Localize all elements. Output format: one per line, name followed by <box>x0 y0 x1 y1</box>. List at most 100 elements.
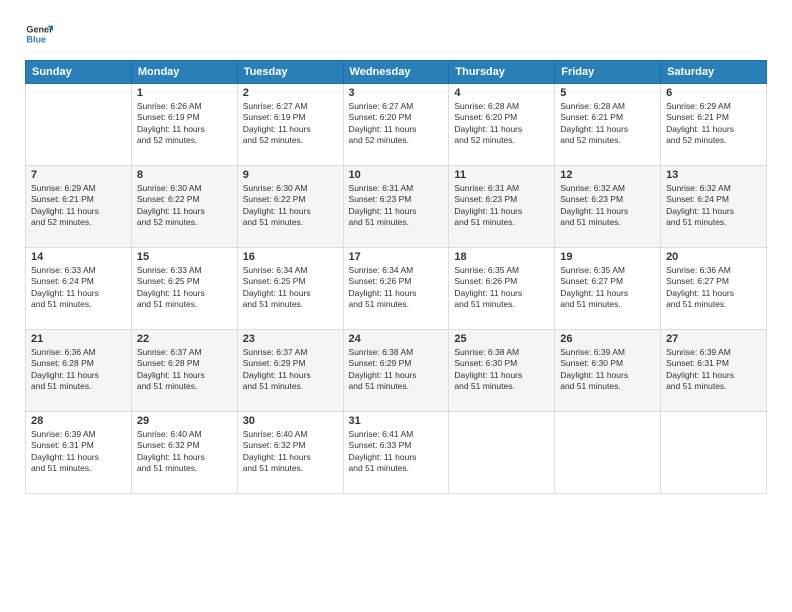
day-info: Sunrise: 6:35 AM Sunset: 6:26 PM Dayligh… <box>454 265 549 311</box>
day-info: Sunrise: 6:32 AM Sunset: 6:23 PM Dayligh… <box>560 183 655 229</box>
day-number: 26 <box>560 333 655 345</box>
calendar-cell: 4 Sunrise: 6:28 AM Sunset: 6:20 PM Daylig… <box>449 84 555 166</box>
calendar-cell: 19 Sunrise: 6:35 AM Sunset: 6:27 PM Dayli… <box>555 248 661 330</box>
calendar-cell <box>661 412 767 494</box>
day-info: Sunrise: 6:29 AM Sunset: 6:21 PM Dayligh… <box>666 101 761 147</box>
day-info: Sunrise: 6:33 AM Sunset: 6:24 PM Dayligh… <box>31 265 126 311</box>
calendar-cell: 3Sunrise: 6:27 AM Sunset: 6:20 PM Daylig… <box>343 84 449 166</box>
logo-icon: General Blue <box>25 20 53 48</box>
calendar-header-tuesday: Tuesday <box>237 61 343 84</box>
day-number: 25 <box>454 333 549 345</box>
day-number: 30 <box>243 415 338 427</box>
calendar-cell: 28 Sunrise: 6:39 AM Sunset: 6:31 PM Dayli… <box>26 412 132 494</box>
calendar-cell: 2Sunrise: 6:27 AM Sunset: 6:19 PM Daylig… <box>237 84 343 166</box>
calendar-cell: 15 Sunrise: 6:33 AM Sunset: 6:25 PM Dayli… <box>131 248 237 330</box>
calendar-header-monday: Monday <box>131 61 237 84</box>
day-info: Sunrise: 6:39 AM Sunset: 6:30 PM Dayligh… <box>560 347 655 393</box>
day-number: 17 <box>349 251 444 263</box>
day-number: 19 <box>560 251 655 263</box>
day-number: 22 <box>137 333 232 345</box>
calendar-cell: 27 Sunrise: 6:39 AM Sunset: 6:31 PM Dayli… <box>661 330 767 412</box>
day-info: Sunrise: 6:38 AM Sunset: 6:30 PM Dayligh… <box>454 347 549 393</box>
day-number: 20 <box>666 251 761 263</box>
day-number: 23 <box>243 333 338 345</box>
day-number: 24 <box>349 333 444 345</box>
calendar-cell: 13Sunrise: 6:32 AM Sunset: 6:24 PM Dayli… <box>661 166 767 248</box>
day-number: 18 <box>454 251 549 263</box>
calendar-cell: 8 Sunrise: 6:30 AM Sunset: 6:22 PM Daylig… <box>131 166 237 248</box>
logo: General Blue <box>25 20 57 48</box>
calendar-cell: 30 Sunrise: 6:40 AM Sunset: 6:32 PM Dayli… <box>237 412 343 494</box>
day-info: Sunrise: 6:34 AM Sunset: 6:26 PM Dayligh… <box>349 265 444 311</box>
calendar-header-thursday: Thursday <box>449 61 555 84</box>
calendar-week-4: 21Sunrise: 6:36 AM Sunset: 6:28 PM Dayli… <box>26 330 767 412</box>
day-info: Sunrise: 6:37 AM Sunset: 6:29 PM Dayligh… <box>243 347 338 393</box>
calendar-cell: 31 Sunrise: 6:41 AM Sunset: 6:33 PM Dayli… <box>343 412 449 494</box>
calendar-cell: 1Sunrise: 6:26 AM Sunset: 6:19 PM Daylig… <box>131 84 237 166</box>
calendar-cell: 26 Sunrise: 6:39 AM Sunset: 6:30 PM Dayli… <box>555 330 661 412</box>
day-number: 7 <box>31 169 126 181</box>
calendar-cell: 9Sunrise: 6:30 AM Sunset: 6:22 PM Daylig… <box>237 166 343 248</box>
calendar-cell: 20 Sunrise: 6:36 AM Sunset: 6:27 PM Dayli… <box>661 248 767 330</box>
calendar-cell <box>26 84 132 166</box>
day-number: 15 <box>137 251 232 263</box>
day-info: Sunrise: 6:31 AM Sunset: 6:23 PM Dayligh… <box>454 183 549 229</box>
day-number: 28 <box>31 415 126 427</box>
day-info: Sunrise: 6:35 AM Sunset: 6:27 PM Dayligh… <box>560 265 655 311</box>
calendar-cell: 14 Sunrise: 6:33 AM Sunset: 6:24 PM Dayli… <box>26 248 132 330</box>
calendar-cell: 16 Sunrise: 6:34 AM Sunset: 6:25 PM Dayli… <box>237 248 343 330</box>
calendar-cell: 6 Sunrise: 6:29 AM Sunset: 6:21 PM Daylig… <box>661 84 767 166</box>
day-info: Sunrise: 6:39 AM Sunset: 6:31 PM Dayligh… <box>31 429 126 475</box>
calendar-week-1: 1Sunrise: 6:26 AM Sunset: 6:19 PM Daylig… <box>26 84 767 166</box>
day-number: 1 <box>137 87 232 99</box>
calendar-header-friday: Friday <box>555 61 661 84</box>
calendar-cell: 10 Sunrise: 6:31 AM Sunset: 6:23 PM Dayli… <box>343 166 449 248</box>
calendar-cell: 24 Sunrise: 6:38 AM Sunset: 6:29 PM Dayli… <box>343 330 449 412</box>
calendar-week-2: 7 Sunrise: 6:29 AM Sunset: 6:21 PM Daylig… <box>26 166 767 248</box>
day-number: 31 <box>349 415 444 427</box>
day-info: Sunrise: 6:38 AM Sunset: 6:29 PM Dayligh… <box>349 347 444 393</box>
calendar-week-3: 14 Sunrise: 6:33 AM Sunset: 6:24 PM Dayli… <box>26 248 767 330</box>
day-info: Sunrise: 6:28 AM Sunset: 6:20 PM Dayligh… <box>454 101 549 147</box>
calendar-cell: 18 Sunrise: 6:35 AM Sunset: 6:26 PM Dayli… <box>449 248 555 330</box>
day-info: Sunrise: 6:29 AM Sunset: 6:21 PM Dayligh… <box>31 183 126 229</box>
calendar-cell <box>449 412 555 494</box>
calendar-cell: 21Sunrise: 6:36 AM Sunset: 6:28 PM Dayli… <box>26 330 132 412</box>
day-number: 8 <box>137 169 232 181</box>
day-info: Sunrise: 6:31 AM Sunset: 6:23 PM Dayligh… <box>349 183 444 229</box>
day-number: 11 <box>454 169 549 181</box>
day-number: 29 <box>137 415 232 427</box>
calendar-header-row: SundayMondayTuesdayWednesdayThursdayFrid… <box>26 61 767 84</box>
day-number: 16 <box>243 251 338 263</box>
calendar-cell: 22 Sunrise: 6:37 AM Sunset: 6:28 PM Dayli… <box>131 330 237 412</box>
day-number: 6 <box>666 87 761 99</box>
header: General Blue <box>25 20 767 48</box>
day-info: Sunrise: 6:33 AM Sunset: 6:25 PM Dayligh… <box>137 265 232 311</box>
day-number: 4 <box>454 87 549 99</box>
calendar-cell: 12Sunrise: 6:32 AM Sunset: 6:23 PM Dayli… <box>555 166 661 248</box>
day-info: Sunrise: 6:34 AM Sunset: 6:25 PM Dayligh… <box>243 265 338 311</box>
day-info: Sunrise: 6:36 AM Sunset: 6:28 PM Dayligh… <box>31 347 126 393</box>
calendar-cell: 25 Sunrise: 6:38 AM Sunset: 6:30 PM Dayli… <box>449 330 555 412</box>
calendar-cell: 23 Sunrise: 6:37 AM Sunset: 6:29 PM Dayli… <box>237 330 343 412</box>
day-info: Sunrise: 6:37 AM Sunset: 6:28 PM Dayligh… <box>137 347 232 393</box>
calendar-cell <box>555 412 661 494</box>
day-info: Sunrise: 6:27 AM Sunset: 6:20 PM Dayligh… <box>349 101 444 147</box>
day-number: 27 <box>666 333 761 345</box>
calendar-cell: 11 Sunrise: 6:31 AM Sunset: 6:23 PM Dayli… <box>449 166 555 248</box>
day-number: 5 <box>560 87 655 99</box>
calendar-cell: 5Sunrise: 6:28 AM Sunset: 6:21 PM Daylig… <box>555 84 661 166</box>
day-info: Sunrise: 6:30 AM Sunset: 6:22 PM Dayligh… <box>137 183 232 229</box>
day-info: Sunrise: 6:36 AM Sunset: 6:27 PM Dayligh… <box>666 265 761 311</box>
day-number: 10 <box>349 169 444 181</box>
day-info: Sunrise: 6:39 AM Sunset: 6:31 PM Dayligh… <box>666 347 761 393</box>
day-info: Sunrise: 6:41 AM Sunset: 6:33 PM Dayligh… <box>349 429 444 475</box>
calendar-table: SundayMondayTuesdayWednesdayThursdayFrid… <box>25 60 767 494</box>
svg-text:Blue: Blue <box>26 34 46 44</box>
day-info: Sunrise: 6:40 AM Sunset: 6:32 PM Dayligh… <box>243 429 338 475</box>
day-number: 14 <box>31 251 126 263</box>
page: General Blue SundayMondayTuesdayWednesda… <box>0 0 792 612</box>
day-info: Sunrise: 6:40 AM Sunset: 6:32 PM Dayligh… <box>137 429 232 475</box>
day-number: 9 <box>243 169 338 181</box>
day-number: 2 <box>243 87 338 99</box>
